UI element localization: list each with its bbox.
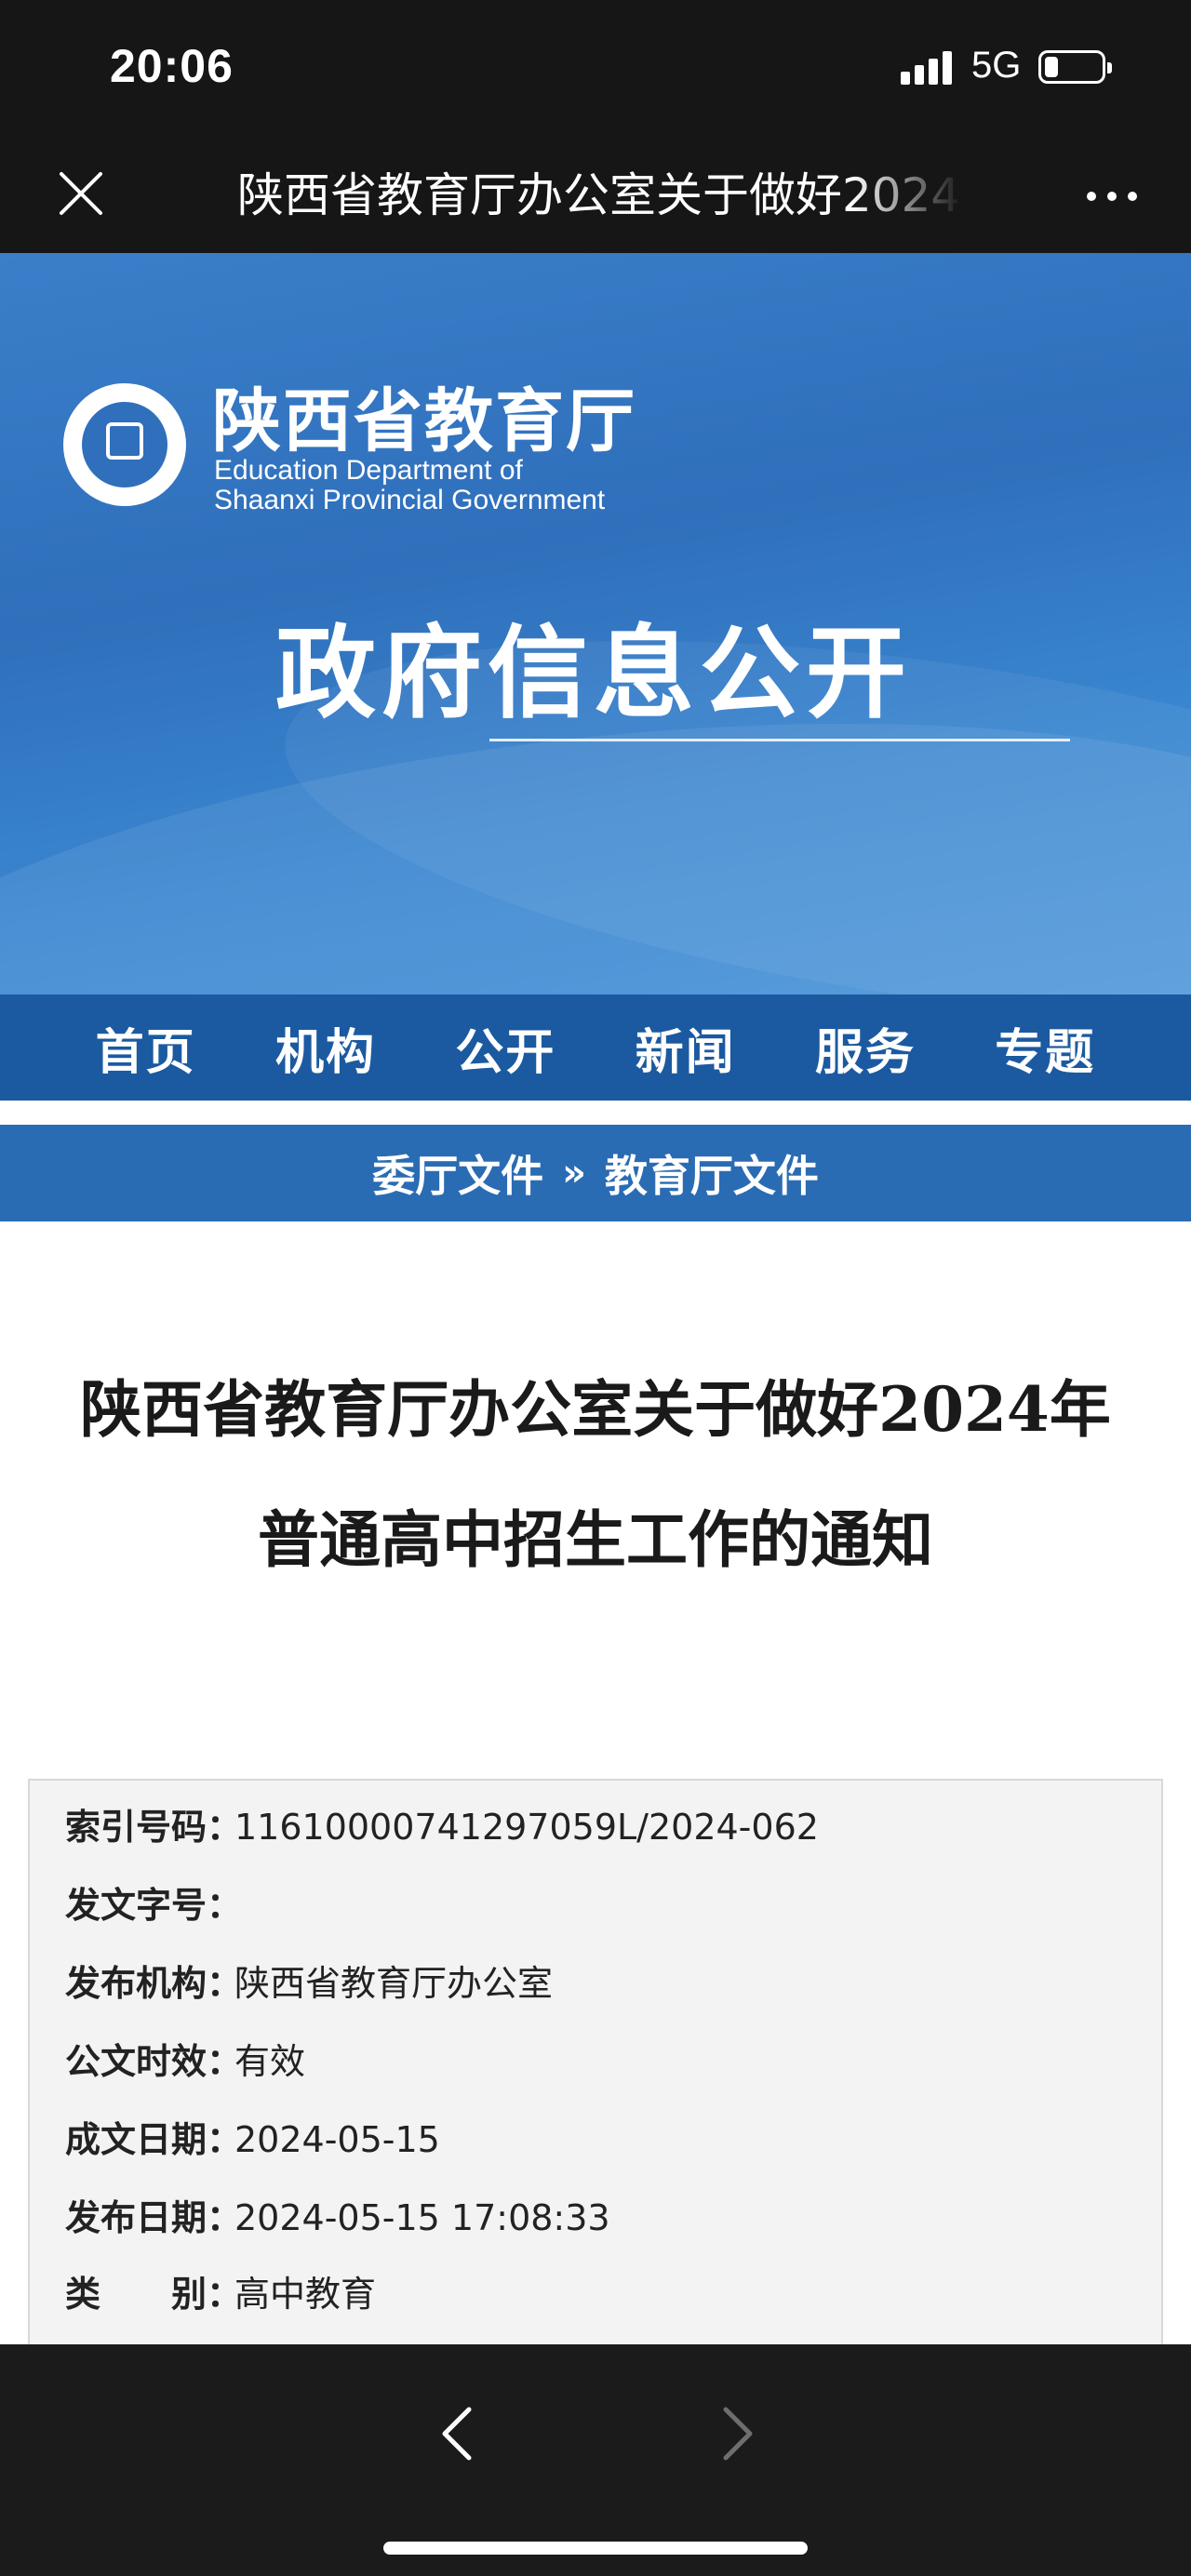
battery-icon [1038,50,1112,84]
banner-underline [489,739,1070,741]
close-icon [60,172,102,215]
nav-title: 陕西省教育厅办公室关于做好2024年普通高中招生工作的通知 [237,163,963,228]
menu-item-home[interactable]: 首页 [96,1013,196,1083]
signal-icon [901,51,957,85]
document-metadata: 索引号码：11610000741297059L/2024-062 发文字号： 发… [28,1779,1163,2374]
logo-subtitle: Education Department of Shaanxi Provinci… [214,455,606,515]
nav-bar: 陕西省教育厅办公室关于做好2024年普通高中招生工作的通知 [0,135,1191,253]
more-button[interactable] [1079,163,1144,228]
meta-row-issuing-agency: 发布机构：陕西省教育厅办公室 [65,1963,554,2004]
breadcrumb-item-committee-files[interactable]: 委厅文件 [372,1142,543,1204]
menu-item-disclosure[interactable]: 公开 [455,1013,555,1083]
meta-row-index-number: 索引号码：11610000741297059L/2024-062 [65,1807,819,1848]
meta-row-written-date: 成文日期：2024-05-15 [65,2119,440,2160]
network-label: 5G [971,45,1022,86]
article-title: 陕西省教育厅办公室关于做好2024年 普通高中招生工作的通知 [37,1344,1154,1605]
article-title-line-1: 陕西省教育厅办公室关于做好2024年 [80,1373,1111,1446]
meta-row-document-number: 发文字号： [65,1885,243,1926]
main-menu: 首页 机构 公开 新闻 服务 专题 [0,994,1191,1101]
header-banner: 陕西省教育厅 Education Department of Shaanxi P… [0,253,1191,994]
breadcrumb: 委厅文件 » 教育厅文件 [0,1125,1191,1221]
close-button[interactable] [48,161,114,226]
bottom-toolbar [0,2344,1191,2576]
back-button[interactable] [428,2396,488,2471]
forward-chevron-icon [723,2407,753,2461]
department-seal-icon [63,383,186,506]
logo-title: 陕西省教育厅 [212,381,636,461]
status-bar: 20:06 5G [0,0,1191,135]
meta-row-publish-date: 发布日期：2024-05-15 17:08:33 [65,2197,610,2238]
forward-button[interactable] [707,2396,767,2471]
article-title-line-2: 普通高中招生工作的通知 [258,1503,933,1576]
status-time: 20:06 [110,40,234,92]
breadcrumb-separator: » [562,1152,586,1195]
menu-item-services[interactable]: 服务 [815,1013,916,1083]
menu-item-topics[interactable]: 专题 [995,1013,1095,1083]
back-chevron-icon [442,2407,472,2461]
menu-item-institutions[interactable]: 机构 [275,1013,376,1083]
menu-divider [0,1101,1191,1125]
meta-row-validity: 公文时效：有效 [65,2041,306,2082]
meta-row-category: 类 别：高中教育 [65,2274,377,2315]
banner-heading: 政府信息公开 [275,616,913,732]
home-indicator[interactable] [383,2542,808,2555]
breadcrumb-item-department-files[interactable]: 教育厅文件 [605,1142,819,1204]
menu-item-news[interactable]: 新闻 [636,1013,736,1083]
